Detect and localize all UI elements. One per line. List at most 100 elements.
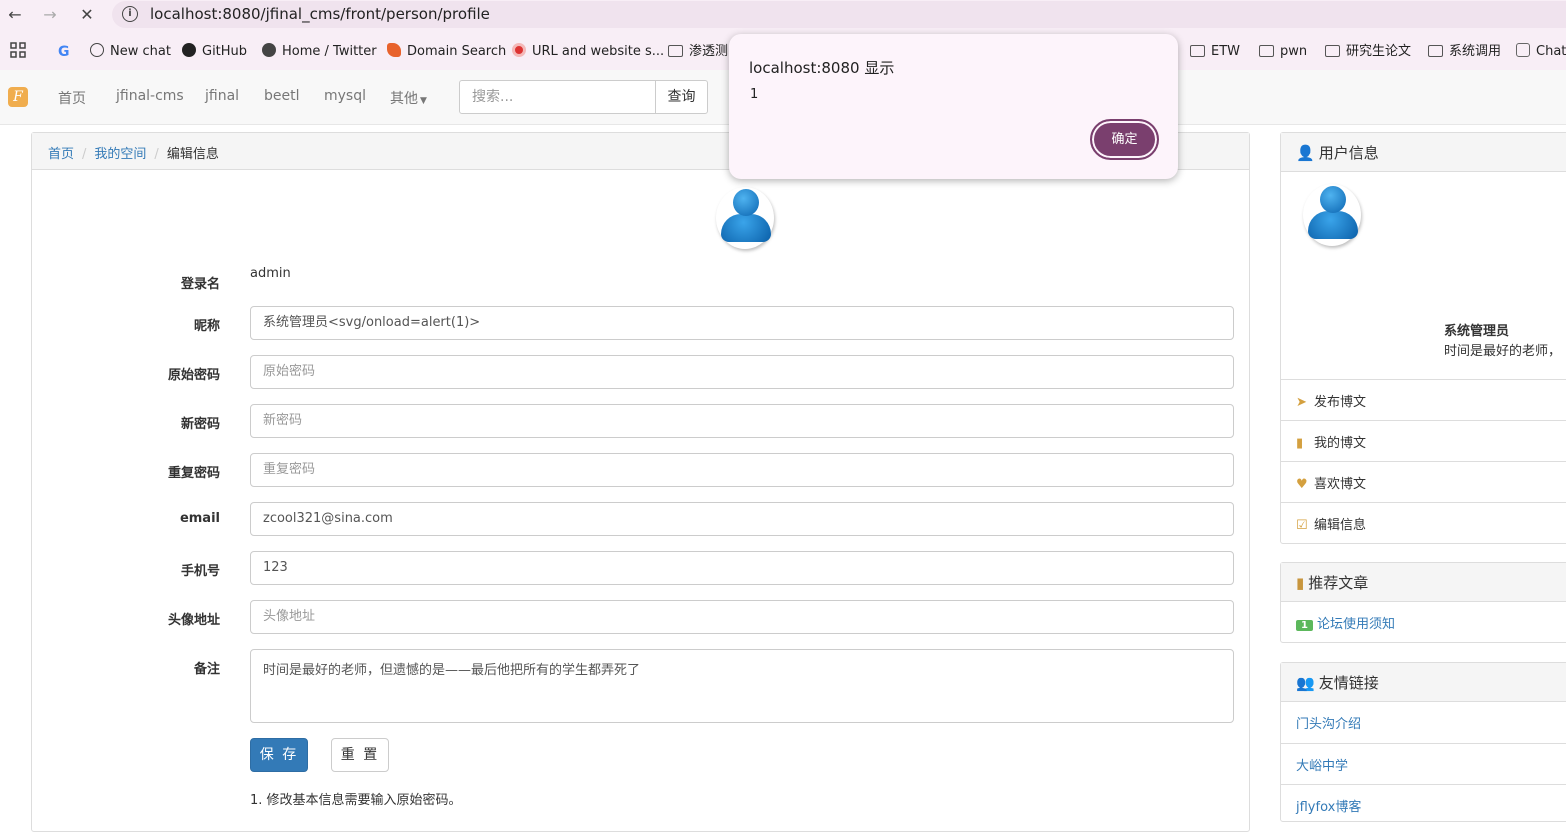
scan-icon bbox=[512, 43, 526, 57]
menu-label: 发布博文 bbox=[1314, 395, 1367, 410]
bookmark-domain-search[interactable]: Domain Search bbox=[387, 42, 506, 62]
breadcrumb-my-space[interactable]: 我的空间 bbox=[94, 147, 146, 162]
user-info-header: 👤 用户信息 bbox=[1281, 133, 1566, 172]
menu-liked-posts[interactable]: ♥ 喜欢博文 bbox=[1281, 461, 1566, 502]
breadcrumb-separator: / bbox=[154, 147, 159, 162]
breadcrumb-separator: / bbox=[82, 147, 87, 162]
bookmark-twitter[interactable]: Home / Twitter bbox=[262, 42, 377, 62]
form-note: 1. 修改基本信息需要输入原始密码。 bbox=[250, 793, 462, 808]
breadcrumb-current: 编辑信息 bbox=[166, 147, 219, 162]
folder-icon bbox=[1325, 45, 1340, 57]
login-name-label: 登录名 bbox=[180, 277, 220, 292]
recommend-title: 推荐文章 bbox=[1308, 574, 1369, 592]
bookmark-new-chat[interactable]: New chat bbox=[90, 42, 171, 62]
nav-other-dropdown[interactable]: 其他 ▼ bbox=[390, 88, 427, 108]
friend-links-panel: 👥 友情链接 门头沟介绍 大峪中学 jflyfox博客 bbox=[1280, 662, 1566, 822]
menu-label: 编辑信息 bbox=[1314, 518, 1367, 533]
bookmark-label: 系统调用 bbox=[1449, 44, 1502, 59]
menu-label: 我的博文 bbox=[1314, 436, 1367, 451]
friend-link[interactable]: 门头沟介绍 bbox=[1281, 702, 1566, 743]
repeat-password-label: 重复密码 bbox=[167, 466, 220, 481]
reset-button[interactable]: 重 置 bbox=[331, 738, 389, 772]
nav-jfinal[interactable]: jfinal bbox=[205, 88, 239, 104]
alert-dialog: localhost:8080 显示 1 确定 bbox=[729, 34, 1178, 179]
bookmark-label: Home / Twitter bbox=[282, 44, 377, 59]
bookmark-label: New chat bbox=[110, 44, 171, 59]
friend-link[interactable]: 大峪中学 bbox=[1281, 743, 1566, 784]
forward-arrow-icon[interactable]: → bbox=[39, 4, 61, 26]
bookmark-label: Chat bbox=[1536, 44, 1566, 59]
google-icon[interactable]: G bbox=[58, 42, 70, 62]
bookmark-folder-pentest[interactable]: 渗透测 bbox=[668, 42, 728, 62]
nav-jfinal-cms[interactable]: jfinal-cms bbox=[116, 88, 184, 104]
login-name-value: admin bbox=[250, 266, 291, 281]
globe-icon bbox=[262, 43, 276, 57]
bookmark-label: pwn bbox=[1280, 44, 1308, 59]
search-input[interactable]: 搜索... bbox=[459, 80, 656, 114]
friend-links-header: 👥 友情链接 bbox=[1281, 663, 1566, 702]
user-info-title: 用户信息 bbox=[1318, 144, 1379, 162]
search-button[interactable]: 查询 bbox=[655, 80, 708, 114]
book-icon: ▮ bbox=[1296, 436, 1304, 451]
openai-icon bbox=[90, 43, 104, 57]
folder-icon bbox=[1190, 45, 1205, 57]
folder-icon bbox=[1259, 45, 1274, 57]
bookmark-chat[interactable]: Chat bbox=[1516, 42, 1566, 62]
edit-icon: ☑ bbox=[1296, 518, 1308, 533]
avatar-url-input[interactable]: 头像地址 bbox=[250, 600, 1234, 634]
apps-grid-icon[interactable] bbox=[10, 42, 26, 62]
repeat-password-input[interactable]: 重复密码 bbox=[250, 453, 1234, 487]
phone-input[interactable]: 123 bbox=[250, 551, 1234, 585]
back-arrow-icon[interactable]: ← bbox=[4, 4, 26, 26]
menu-edit-info[interactable]: ☑ 编辑信息 bbox=[1281, 502, 1566, 543]
menu-label: 喜欢博文 bbox=[1314, 477, 1367, 492]
bookmark-label: 渗透测 bbox=[689, 44, 729, 59]
bookmark-url-scan[interactable]: URL and website s... bbox=[512, 42, 664, 62]
nickname-label: 昵称 bbox=[193, 319, 220, 334]
users-icon: 👥 bbox=[1296, 674, 1315, 692]
stop-loading-icon[interactable]: ✕ bbox=[76, 4, 98, 26]
friend-link[interactable]: jflyfox博客 bbox=[1281, 784, 1566, 825]
bookmark-folder-thesis[interactable]: 研究生论文 bbox=[1325, 42, 1411, 62]
alert-message: 1 bbox=[750, 87, 759, 102]
heart-icon: ♥ bbox=[1296, 477, 1308, 492]
rank-badge: 1 bbox=[1296, 620, 1313, 631]
remark-label: 备注 bbox=[193, 662, 220, 677]
new-password-input[interactable]: 新密码 bbox=[250, 404, 1234, 438]
alert-title: localhost:8080 显示 bbox=[749, 59, 895, 77]
nickname-input[interactable]: 系统管理员<svg/onload=alert(1)> bbox=[250, 306, 1234, 340]
recommend-item-label: 论坛使用须知 bbox=[1316, 617, 1395, 632]
site-logo[interactable]: F bbox=[8, 87, 28, 107]
save-button[interactable]: 保 存 bbox=[250, 738, 308, 772]
phone-label: 手机号 bbox=[180, 564, 220, 579]
url-text[interactable]: localhost:8080/jfinal_cms/front/person/p… bbox=[150, 5, 490, 23]
menu-publish-post[interactable]: ➤ 发布博文 bbox=[1281, 379, 1566, 420]
nav-beetl[interactable]: beetl bbox=[264, 88, 300, 104]
friend-links-title: 友情链接 bbox=[1318, 674, 1379, 692]
site-info-icon[interactable]: i bbox=[122, 6, 138, 22]
breadcrumb-home[interactable]: 首页 bbox=[48, 147, 74, 162]
new-password-label: 新密码 bbox=[180, 417, 220, 432]
bookmark-folder-pwn[interactable]: pwn bbox=[1259, 42, 1307, 62]
folder-icon bbox=[1428, 45, 1443, 57]
menu-my-posts[interactable]: ▮ 我的博文 bbox=[1281, 420, 1566, 461]
avatar-url-label: 头像地址 bbox=[167, 613, 220, 628]
old-password-input[interactable]: 原始密码 bbox=[250, 355, 1234, 389]
github-icon bbox=[182, 43, 196, 57]
bookmark-folder-etw[interactable]: ETW bbox=[1190, 42, 1240, 62]
bookmark-folder-syscall[interactable]: 系统调用 bbox=[1428, 42, 1501, 62]
remark-textarea[interactable]: 时间是最好的老师，但遗憾的是——最后他把所有的学生都弄死了 bbox=[250, 649, 1234, 723]
caret-down-icon: ▼ bbox=[420, 96, 427, 106]
bookmark-label: 研究生论文 bbox=[1346, 44, 1412, 59]
fox-icon bbox=[387, 43, 401, 57]
bookmark-github[interactable]: GitHub bbox=[182, 42, 247, 62]
email-input[interactable]: zcool321@sina.com bbox=[250, 502, 1234, 536]
user-icon: 👤 bbox=[1296, 144, 1315, 162]
folder-icon bbox=[668, 45, 683, 57]
nav-home[interactable]: 首页 bbox=[58, 88, 86, 108]
alert-ok-button[interactable]: 确定 bbox=[1090, 119, 1159, 160]
recommend-item[interactable]: 1 论坛使用须知 bbox=[1281, 602, 1566, 643]
address-bar[interactable]: i localhost:8080/jfinal_cms/front/person… bbox=[112, 1, 1566, 28]
bookmark-label: Domain Search bbox=[407, 44, 507, 59]
nav-mysql[interactable]: mysql bbox=[324, 88, 366, 104]
